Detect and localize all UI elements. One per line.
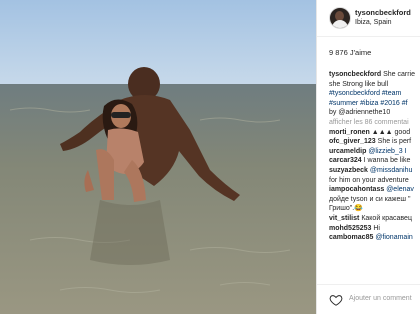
- comment-continuation: Гришо".😂: [329, 205, 363, 213]
- caption-hashtags-1[interactable]: #tysoncbeckford #team: [329, 89, 420, 99]
- comment-text[interactable]: @missdanihu: [370, 167, 413, 174]
- beach-photo: [0, 0, 316, 314]
- comment-username[interactable]: carcar324: [329, 157, 362, 164]
- post-photo[interactable]: [0, 0, 316, 314]
- comment-username[interactable]: cambomac85: [329, 234, 373, 241]
- comment-text: Hi: [373, 224, 380, 232]
- comment-item: vit_stilist Какой красавец: [329, 214, 420, 224]
- comment-item: cambomac85 @fionamain: [329, 233, 420, 243]
- comment-username[interactable]: urcameldip: [329, 148, 366, 155]
- caption-text-0: She carrie: [383, 71, 415, 78]
- post-footer: Ajouter un comment: [317, 284, 420, 314]
- comment-username[interactable]: suzyazbeck: [329, 167, 368, 174]
- comment-item: suzyazbeck @missdanihu: [329, 166, 420, 176]
- comment-text: Какой красавец: [361, 214, 412, 222]
- post-username[interactable]: tysoncbeckford: [355, 8, 411, 17]
- comment-continuation: for him on your adventure: [329, 176, 409, 184]
- comments-list: tysoncbeckford She carrie she Strong lik…: [329, 70, 420, 243]
- caption-line: tysoncbeckford She carrie: [329, 70, 420, 80]
- caption-credit[interactable]: by @adriennethe10: [329, 108, 420, 118]
- comment-text[interactable]: @elenav: [386, 186, 414, 193]
- comment-text: ▲▲▲ good: [371, 128, 411, 136]
- comment-username[interactable]: vit_stilist: [329, 215, 359, 222]
- comment-username[interactable]: ofc_giver_123: [329, 138, 376, 145]
- caption-hashtags-2[interactable]: #summer #ibiza #2016 #f: [329, 99, 420, 109]
- more-comments-link[interactable]: afficher les 86 commentai: [329, 118, 420, 128]
- comment-text: She is perf: [377, 138, 412, 146]
- avatar-shoulders: [332, 20, 348, 28]
- comment-text: I wanna be like: [363, 157, 411, 165]
- post-side-panel: tysoncbeckford Ibiza, Spain 9 876 J'aime…: [316, 0, 420, 314]
- caption-line-1: she Strong like bull: [329, 80, 389, 88]
- post-header: tysoncbeckford Ibiza, Spain: [317, 0, 420, 37]
- caption-username[interactable]: tysoncbeckford: [329, 71, 381, 78]
- comment-item: iampocahontass @elenav: [329, 185, 420, 195]
- comment-username[interactable]: iampocahontass: [329, 186, 384, 193]
- comment-username[interactable]: morti_ronen: [329, 129, 370, 136]
- likes-count[interactable]: 9 876 J'aime: [329, 48, 371, 57]
- comment-item: carcar324 I wanna be like: [329, 156, 420, 166]
- avatar[interactable]: [329, 7, 351, 29]
- comment-item: urcameldip @lizzieb_3 I: [329, 147, 420, 157]
- comment-continuation: дойде tyson и си кажеш ": [329, 195, 411, 203]
- comment-item: mohd525253 Hi: [329, 224, 420, 234]
- post-location[interactable]: Ibiza, Spain: [355, 19, 392, 26]
- heart-icon[interactable]: [329, 293, 343, 307]
- comment-username[interactable]: mohd525253: [329, 225, 371, 232]
- add-comment-input[interactable]: Ajouter un comment: [349, 295, 412, 302]
- comment-item: ofc_giver_123 She is perf: [329, 137, 420, 147]
- comment-text[interactable]: @fionamain: [375, 234, 412, 241]
- comment-text[interactable]: @lizzieb_3 I: [368, 148, 406, 155]
- comment-item: morti_ronen ▲▲▲ good: [329, 128, 420, 138]
